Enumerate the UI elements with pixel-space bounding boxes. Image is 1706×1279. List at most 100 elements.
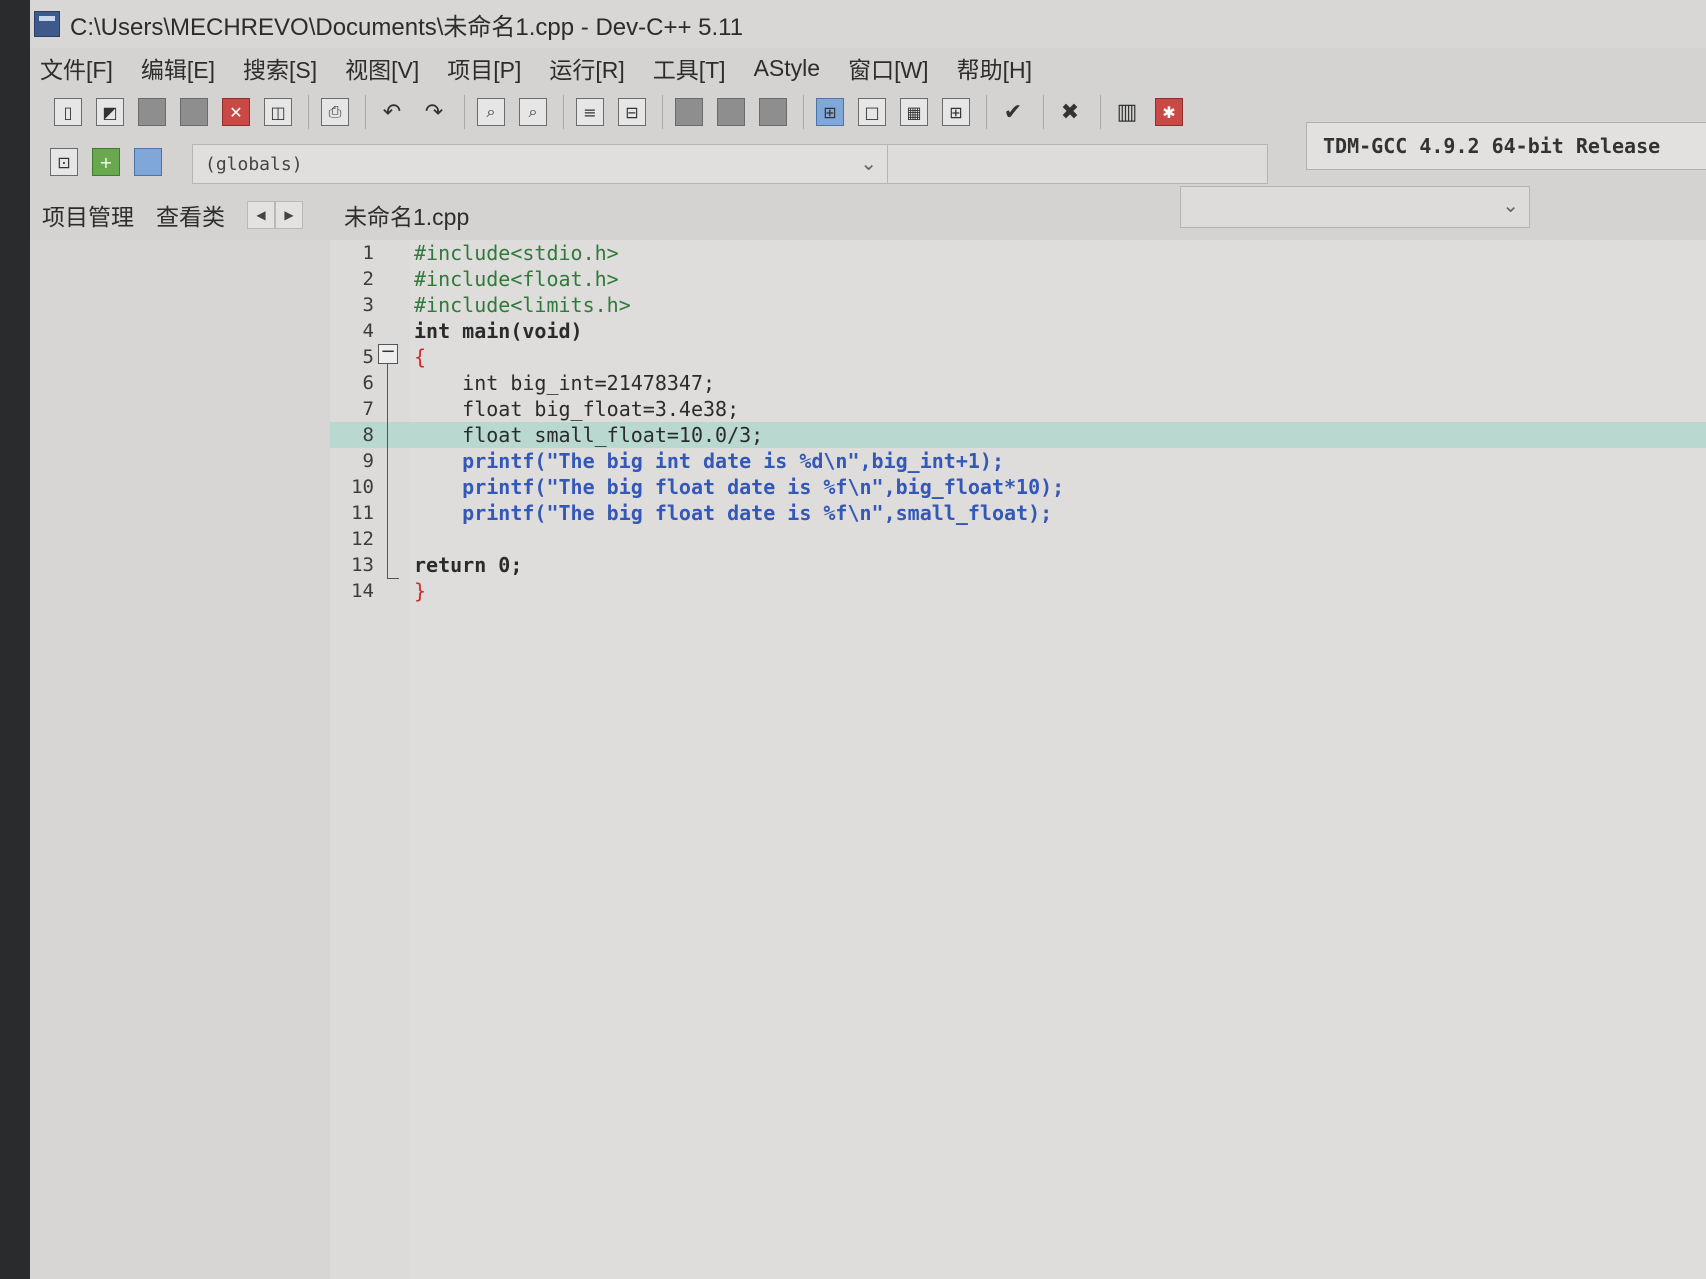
project-new-icon[interactable]: ⊡ [50,148,78,176]
code-text: printf("The big float date is %f\n",big_… [414,475,1065,499]
code-text: int big_int=21478347; [414,371,716,395]
compiler-select[interactable]: TDM-GCC 4.9.2 64-bit Release [1306,122,1706,170]
close-all-icon[interactable]: ◫ [264,98,292,126]
project-add-icon[interactable]: + [92,148,120,176]
toolbar-divider [308,95,309,129]
chevron-right-icon[interactable]: ▶ [275,201,303,229]
code-line-current[interactable]: 8 float small_float=10.0/3; [330,422,1706,448]
menu-astyle[interactable]: AStyle [754,55,820,82]
code-line[interactable]: 2 #include<float.h> [330,266,1706,292]
code-line[interactable]: 3 #include<limits.h> [330,292,1706,318]
code-line[interactable]: 5 { [330,344,1706,370]
menu-project[interactable]: 项目[P] [447,51,521,85]
code-text: printf("The big float date is %f\n",smal… [414,501,1053,525]
code-line[interactable]: 1 #include<stdio.h> [330,240,1706,266]
menu-edit[interactable]: 编辑[E] [141,51,215,85]
indent-icon[interactable]: ≡ [576,98,604,126]
undo-icon[interactable]: ↶ [378,98,406,126]
function-select[interactable] [888,144,1268,184]
line-number: 14 [351,580,374,602]
compile-run-icon[interactable]: ▦ [900,98,928,126]
line-number: 5 [362,346,374,368]
code-editor[interactable]: 1 #include<stdio.h> 2 #include<float.h> … [330,240,1706,1279]
code-line[interactable]: 13 return 0; [330,552,1706,578]
print-icon[interactable]: ⎙ [321,98,349,126]
line-number: 1 [362,242,374,264]
profile-icon[interactable]: ▥ [1113,98,1141,126]
code-line[interactable]: 4 int main(void) [330,318,1706,344]
unindent-icon[interactable]: ⊟ [618,98,646,126]
fold-guide-end [387,578,399,579]
tab-list-dropdown[interactable]: ⌄ [1180,186,1530,228]
menu-help[interactable]: 帮助[H] [957,51,1032,85]
tab-project-manager[interactable]: 项目管理 [42,198,134,232]
close-file-icon[interactable]: ✕ [222,98,250,126]
debug-icon[interactable]: ✱ [1155,98,1183,126]
menu-view[interactable]: 视图[V] [345,51,419,85]
line-number: 2 [362,268,374,290]
fold-toggle-icon[interactable]: − [378,343,398,364]
toolbar-divider [563,95,564,129]
compile-icon[interactable]: ⊞ [816,98,844,126]
syntax-check-icon[interactable]: ✔ [999,98,1027,126]
tab-class-browser[interactable]: 查看类 [156,198,225,232]
toolbar-divider [464,95,465,129]
code-text: printf("The big int date is %d\n",big_in… [414,449,1005,473]
line-number: 4 [362,320,374,342]
chevron-down-icon: ⌄ [1502,193,1519,217]
app-icon [34,11,60,37]
window-title: C:\Users\MECHREVO\Documents\未命名1.cpp - D… [70,13,744,41]
line-number: 7 [362,398,374,420]
menu-window[interactable]: 窗口[W] [848,51,929,85]
menu-run[interactable]: 运行[R] [549,51,624,85]
code-line[interactable]: 6 int big_int=21478347; [330,370,1706,396]
stop-execution-icon[interactable]: ✖ [1056,98,1084,126]
code-text: return 0; [414,553,523,577]
menu-search[interactable]: 搜索[S] [243,51,317,85]
goto-line-icon[interactable] [759,98,787,126]
code-line[interactable]: 12 [330,526,1706,552]
redo-icon[interactable]: ↷ [420,98,448,126]
code-line[interactable]: 10 printf("The big float date is %f\n",b… [330,474,1706,500]
menu-file[interactable]: 文件[F] [40,51,113,85]
line-number: 12 [351,528,374,550]
tab-file[interactable]: 未命名1.cpp [344,198,469,232]
rebuild-all-icon[interactable]: ⊞ [942,98,970,126]
fold-guide [387,364,388,578]
chevron-down-icon: ⌄ [860,151,877,175]
run-icon[interactable]: □ [858,98,886,126]
left-panel-tabs: 项目管理 查看类 ◀ ▶ [30,192,342,238]
code-text: #include<float.h> [414,267,619,291]
find-icon[interactable]: ⌕ [477,98,505,126]
code-text: #include<stdio.h> [414,241,619,265]
code-text: int main(void) [414,319,583,343]
code-text: } [414,579,427,603]
save-all-icon[interactable] [180,98,208,126]
scope-select[interactable]: (globals) ⌄ [192,144,888,184]
toolbar-divider [662,95,663,129]
line-number: 9 [362,450,374,472]
chevron-left-icon[interactable]: ◀ [247,201,275,229]
toolbar-divider [986,95,987,129]
title-bar: C:\Users\MECHREVO\Documents\未命名1.cpp - D… [30,0,1706,48]
menu-tools[interactable]: 工具[T] [653,51,726,85]
scope-select-value: (globals) [205,153,303,175]
new-file-icon[interactable]: ▯ [54,98,82,126]
code-line[interactable]: 7 float big_float=3.4e38; [330,396,1706,422]
dev-cpp-window: C:\Users\MECHREVO\Documents\未命名1.cpp - D… [30,0,1706,1279]
toolbar-divider [803,95,804,129]
replace-icon[interactable]: ⌕ [519,98,547,126]
open-file-icon[interactable]: ◩ [96,98,124,126]
save-icon[interactable] [138,98,166,126]
project-panel [30,240,331,1279]
code-line[interactable]: 11 printf("The big float date is %f\n",s… [330,500,1706,526]
line-number: 13 [351,554,374,576]
code-line[interactable]: 14 } [330,578,1706,604]
line-number: 8 [362,424,374,446]
bookmark-back-icon[interactable] [675,98,703,126]
toolbar-divider [1043,95,1044,129]
project-remove-icon[interactable] [134,148,162,176]
code-line[interactable]: 9 printf("The big int date is %d\n",big_… [330,448,1706,474]
bookmark-forward-icon[interactable] [717,98,745,126]
code-text: float small_float=10.0/3; [414,423,764,447]
